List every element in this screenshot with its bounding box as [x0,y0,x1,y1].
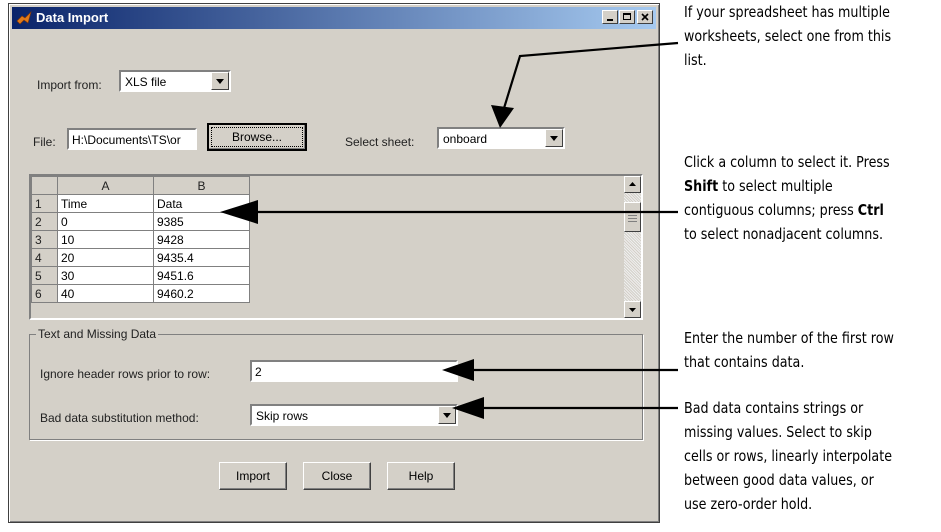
sheet-arrow-head [491,105,514,128]
sheet-annotation: If your spreadsheet has multiple workshe… [684,0,891,72]
annotation-line: If your spreadsheet has multiple [684,3,890,21]
bad-data-annotation: Bad data contains strings or missing val… [684,396,892,516]
bad-data-arrow-head [452,397,484,419]
annotation-line: cells or rows, linearly interpolate [684,447,893,465]
annotation-line: contiguous columns; press Ctrl [684,198,890,222]
annotation-line: worksheets, select one from this [684,27,892,45]
annotation-line: Enter the number of the first row [684,329,894,347]
annotation-line: use zero-order hold. [684,495,813,513]
row-annotation: Enter the number of the first row that c… [684,326,894,374]
column-annotation: Click a column to select it. Press Shift… [684,150,890,246]
row-arrow-head [442,359,474,381]
annotation-line: Bad data contains strings or [684,399,864,417]
annotation-line: Shift to select multiple [684,174,890,198]
annotation-text: contiguous columns; press [684,201,858,219]
column-arrow-head [220,200,258,224]
annotation-text: to select multiple [718,177,833,195]
sheet-callout-arrow [499,41,679,119]
annotation-line: Click a column to select it. Press [684,153,890,171]
annotation-line: missing values. Select to skip [684,423,872,441]
annotation-line: that contains data. [684,353,805,371]
ctrl-key-text: Ctrl [857,201,884,219]
shift-key-text: Shift [684,177,719,195]
annotation-line: between good data values, or [684,471,874,489]
annotation-line: list. [684,51,707,69]
annotation-line: to select nonadjacent columns. [684,225,884,243]
